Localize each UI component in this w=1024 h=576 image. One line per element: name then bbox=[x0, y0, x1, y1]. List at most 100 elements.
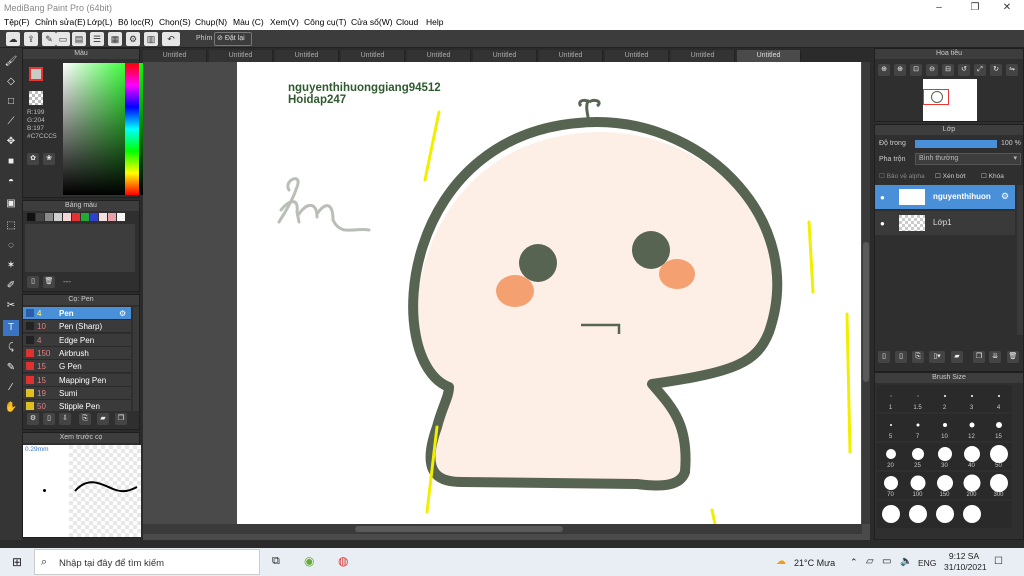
chrome-taskbar-icon[interactable]: ◍ bbox=[338, 554, 348, 568]
menu-filter[interactable]: Bộ lọc(R) bbox=[118, 17, 153, 27]
transparent-color-swatch[interactable] bbox=[29, 91, 43, 105]
brush-size-cell[interactable]: 40 bbox=[958, 443, 985, 470]
menu-layer[interactable]: Lớp(L) bbox=[87, 17, 112, 27]
blend-select[interactable]: Bình thường ▾ bbox=[915, 153, 1021, 165]
select-pen-tool-icon[interactable]: ✐ bbox=[3, 278, 19, 294]
zoom-in-alt-icon[interactable]: ⊕ bbox=[894, 64, 906, 76]
magic-wand-tool-icon[interactable]: ✶ bbox=[3, 258, 19, 274]
operation-tool-icon[interactable]: ⤹ bbox=[3, 340, 19, 356]
brush-size-cell[interactable]: 5 bbox=[877, 414, 904, 441]
close-button[interactable]: ✕ bbox=[990, 0, 1024, 16]
brush-size-cell[interactable]: 200 bbox=[958, 472, 985, 499]
new-brush-icon[interactable]: ▯ bbox=[43, 413, 55, 425]
gradient-tool-icon[interactable]: ▣ bbox=[3, 196, 19, 212]
layer-merge-icon[interactable]: ⇊ bbox=[989, 351, 1001, 363]
palette-swatch[interactable] bbox=[72, 213, 80, 221]
page-icon[interactable]: ▭ bbox=[56, 32, 70, 46]
brush-item[interactable]: 4 Edge Pen bbox=[23, 333, 131, 347]
layer-scrollbar[interactable] bbox=[1017, 185, 1023, 335]
brush-size-cell[interactable]: 7 bbox=[904, 414, 931, 441]
brush-item[interactable]: 50 Stipple Pen bbox=[23, 400, 131, 411]
vertical-scrollbar[interactable] bbox=[862, 62, 870, 524]
task-view-icon[interactable]: ⧉ bbox=[272, 555, 280, 568]
rotate-right-icon[interactable]: ↻ bbox=[990, 64, 1002, 76]
palette-icon[interactable]: ✿ bbox=[27, 153, 39, 165]
menu-edit[interactable]: Chỉnh sửa(E) bbox=[35, 17, 86, 27]
document-tab[interactable]: Untitled bbox=[275, 50, 339, 62]
text-tool-icon[interactable]: T bbox=[3, 320, 19, 336]
brush-size-cell[interactable]: 50 bbox=[985, 443, 1012, 470]
volume-icon[interactable]: 🔈 bbox=[900, 556, 912, 567]
brush-item[interactable]: 15 G Pen bbox=[23, 360, 131, 374]
vertical-scroll-thumb[interactable] bbox=[863, 242, 869, 382]
maximize-button[interactable]: ❐ bbox=[958, 0, 992, 16]
layer-row-selected[interactable]: ● nguyenthihuon ⚙ bbox=[875, 185, 1015, 209]
fit-screen-icon[interactable]: ⤢ bbox=[974, 64, 986, 76]
brush-size-cell[interactable] bbox=[985, 501, 1012, 528]
lasso-tool-icon[interactable]: ◌ bbox=[3, 238, 19, 254]
hue-slider[interactable] bbox=[125, 63, 139, 195]
palette-swatch[interactable] bbox=[81, 213, 89, 221]
navigator-thumbnail[interactable] bbox=[923, 79, 977, 121]
select-eraser-tool-icon[interactable]: ✂ bbox=[3, 298, 19, 314]
language-indicator[interactable]: ENG bbox=[918, 558, 936, 568]
brush-item[interactable]: 4 Pen ⚙ bbox=[23, 307, 131, 320]
menu-snap[interactable]: Chụp(N) bbox=[195, 17, 227, 27]
chevron-up-icon[interactable]: ⌃ bbox=[850, 557, 858, 568]
brush-item[interactable]: 19 Sumi bbox=[23, 386, 131, 400]
brush-item[interactable]: 150 Airbrush bbox=[23, 346, 131, 360]
menu-view[interactable]: Xem(V) bbox=[270, 17, 299, 27]
brush-size-cell[interactable] bbox=[931, 501, 958, 528]
brush-duplicate-icon[interactable]: ❐ bbox=[115, 413, 127, 425]
battery-icon[interactable]: ▭ bbox=[882, 556, 891, 567]
foreground-color-swatch[interactable] bbox=[29, 67, 43, 81]
menu-color[interactable]: Màu (C) bbox=[233, 17, 264, 27]
palette-swatch[interactable] bbox=[90, 213, 98, 221]
reset-button[interactable]: ⊘ Đặt lại bbox=[214, 32, 252, 46]
menu-tools[interactable]: Công cụ(T) bbox=[304, 17, 347, 27]
brush-download-icon[interactable]: ⇩ bbox=[59, 413, 71, 425]
brush-size-cell[interactable]: 3 bbox=[958, 385, 985, 412]
document-tab[interactable]: Untitled bbox=[341, 50, 405, 62]
divide-tool-icon[interactable]: ✎ bbox=[3, 360, 19, 376]
canvas[interactable]: nguyenthihuonggiang94512 Hoidap247 bbox=[237, 62, 861, 524]
eyedropper-tool-icon[interactable]: ⁄ bbox=[3, 380, 19, 396]
brush-size-cell[interactable]: 300 bbox=[985, 472, 1012, 499]
document-tab[interactable]: Untitled bbox=[209, 50, 273, 62]
palette-swatch[interactable] bbox=[117, 213, 125, 221]
brush-size-cell[interactable] bbox=[877, 501, 904, 528]
palette-swatch[interactable] bbox=[45, 213, 53, 221]
zoom-out-icon[interactable]: ⊖ bbox=[926, 64, 938, 76]
brush-size-cell[interactable]: 30 bbox=[931, 443, 958, 470]
settings-icon[interactable]: ⚙ bbox=[126, 32, 140, 46]
eye-icon[interactable]: ● bbox=[880, 193, 885, 202]
document-tab[interactable]: Untitled bbox=[539, 50, 603, 62]
palette-swatch[interactable] bbox=[27, 213, 35, 221]
eraser-tool-icon[interactable]: ◇ bbox=[3, 74, 19, 90]
clip-checkbox[interactable]: ☐ Xén bớt bbox=[935, 172, 966, 180]
fill-shape-tool-icon[interactable]: ■ bbox=[3, 154, 19, 170]
undo-icon[interactable]: ↶ bbox=[162, 32, 180, 46]
line-tool-icon[interactable]: ⟋ bbox=[3, 114, 19, 130]
horizontal-scroll-thumb[interactable] bbox=[355, 526, 563, 532]
palette-swatch[interactable] bbox=[36, 213, 44, 221]
eye-icon[interactable]: ● bbox=[880, 219, 885, 228]
document-tab[interactable]: Untitled bbox=[143, 50, 207, 62]
notification-icon[interactable]: ☐ bbox=[994, 556, 1003, 567]
brush-size-cell[interactable]: 70 bbox=[877, 472, 904, 499]
document-icon[interactable]: ▤ bbox=[72, 32, 86, 46]
menu-help[interactable]: Help bbox=[426, 17, 443, 27]
tile-icon[interactable]: ▥ bbox=[144, 32, 158, 46]
brush-size-cell[interactable]: 12 bbox=[958, 414, 985, 441]
flip-icon[interactable]: ⇋ bbox=[1006, 64, 1018, 76]
document-tab[interactable]: Untitled bbox=[737, 50, 801, 62]
brush-size-cell[interactable]: 1.5 bbox=[904, 385, 931, 412]
brush-size-cell[interactable]: 100 bbox=[904, 472, 931, 499]
medibang-taskbar-icon[interactable]: ◉ bbox=[304, 554, 314, 568]
palette-swatch[interactable] bbox=[99, 213, 107, 221]
document-tab[interactable]: Untitled bbox=[407, 50, 471, 62]
document-tab[interactable]: Untitled bbox=[671, 50, 735, 62]
brush-tool-icon[interactable]: 🖌 bbox=[3, 54, 19, 70]
move-tool-icon[interactable]: ✥ bbox=[3, 134, 19, 150]
list-icon[interactable]: ☰ bbox=[90, 32, 104, 46]
